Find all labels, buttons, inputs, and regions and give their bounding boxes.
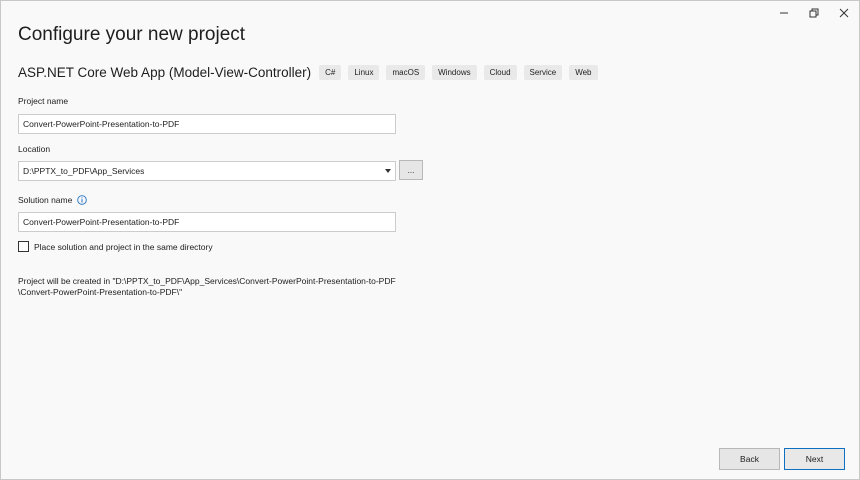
dialog-window: Configure your new project ASP.NET Core … [0,0,860,480]
tag-linux: Linux [348,64,380,80]
dropdown-arrow-icon [385,169,391,173]
location-label: Location [18,144,51,154]
project-name-label: Project name [18,96,69,106]
restore-icon [809,8,819,18]
location-dropdown[interactable]: D:\PPTX_to_PDF\App_Services [18,161,396,181]
next-button[interactable]: Next [784,448,845,470]
window-controls [769,1,859,25]
same-directory-label: Place solution and project in the same d… [34,241,213,252]
same-directory-checkbox[interactable] [18,241,29,252]
solution-name-input[interactable] [18,212,396,232]
minimize-icon [779,8,789,18]
back-button[interactable]: Back [719,448,780,470]
browse-button[interactable]: ... [399,160,423,180]
close-icon [839,8,849,18]
project-path-line-2: \Convert-PowerPoint-Presentation-to-PDF\… [18,287,183,297]
project-path-line-1: Project will be created in "D:\PPTX_to_P… [18,276,396,286]
template-header: ASP.NET Core Web App (Model-View-Control… [18,63,598,81]
template-name: ASP.NET Core Web App (Model-View-Control… [18,64,312,80]
tag-web: Web [569,64,598,80]
info-icon[interactable] [77,195,88,205]
same-directory-option[interactable]: Place solution and project in the same d… [18,241,213,252]
solution-name-label: Solution name [18,195,73,205]
tag-windows: Windows [432,64,477,80]
tag-macos: macOS [386,64,426,80]
page-title: Configure your new project [18,24,246,45]
template-tags: C# Linux macOS Windows Cloud Service Web [319,64,598,80]
location-value: D:\PPTX_to_PDF\App_Services [23,166,145,176]
tag-service: Service [523,64,563,80]
minimize-button[interactable] [769,1,799,25]
project-name-input[interactable] [18,114,396,134]
restore-button[interactable] [799,1,829,25]
solution-name-label-row: Solution name [18,195,88,205]
tag-csharp: C# [319,64,342,80]
close-button[interactable] [829,1,859,25]
project-path-info: Project will be created in "D:\PPTX_to_P… [18,276,396,298]
tag-cloud: Cloud [483,64,517,80]
